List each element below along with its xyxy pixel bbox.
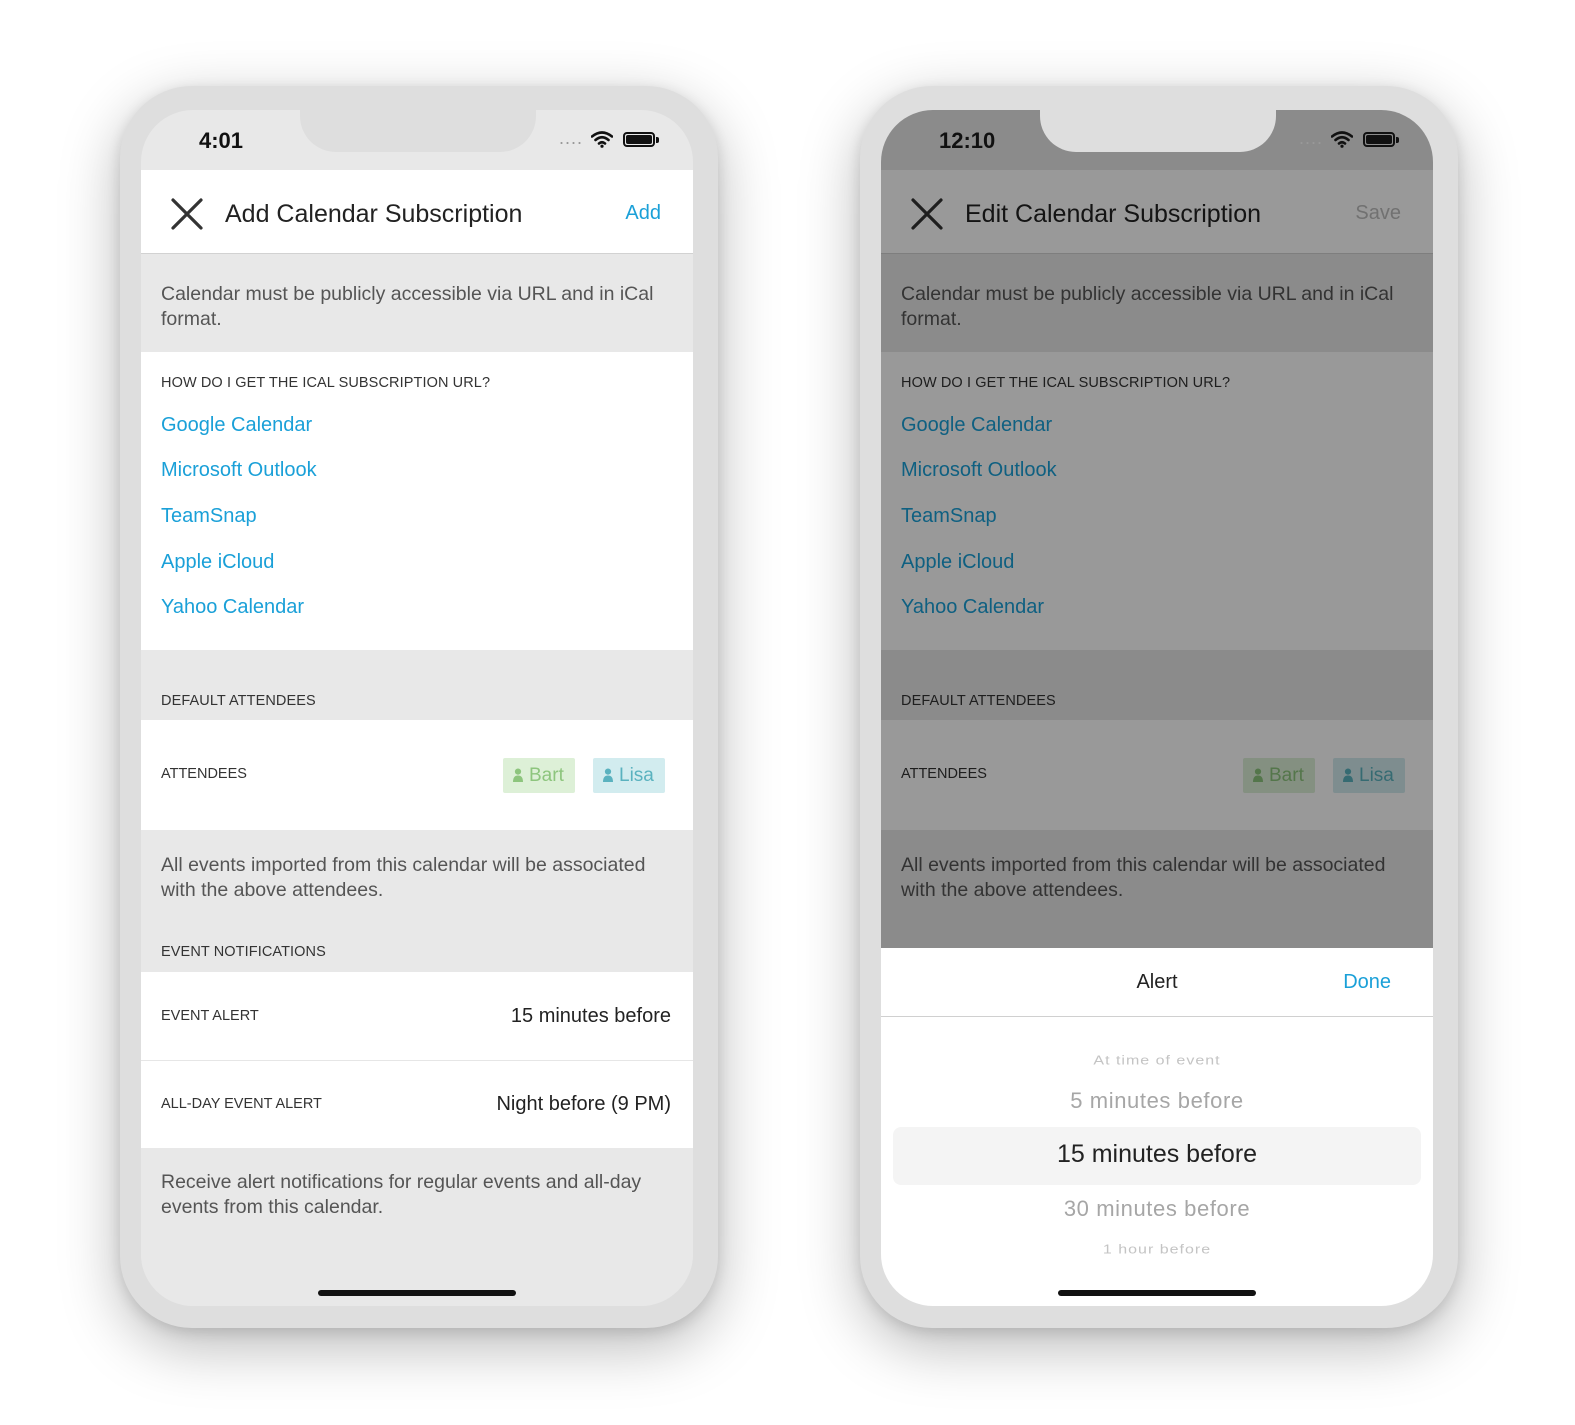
attendee-chip-lisa[interactable]: Lisa bbox=[593, 758, 665, 793]
how-to-heading: HOW DO I GET THE ICAL SUBSCRIPTION URL? bbox=[161, 375, 491, 391]
picker-option[interactable]: 1 hour before bbox=[881, 1243, 1433, 1258]
link-microsoft-outlook[interactable]: Microsoft Outlook bbox=[161, 459, 317, 482]
notch bbox=[300, 110, 536, 152]
picker-option[interactable]: At time of event bbox=[881, 1054, 1433, 1069]
wifi-icon bbox=[1331, 131, 1353, 148]
picker-option[interactable]: 5 minutes before bbox=[881, 1088, 1433, 1114]
event-alert-row[interactable]: EVENT ALERT 15 minutes before bbox=[141, 972, 693, 1060]
phone-screen: 4:01 .... Add Calendar Subscription Add … bbox=[141, 110, 693, 1306]
default-attendees-band: DEFAULT ATTENDEES bbox=[141, 650, 693, 720]
how-to-section: HOW DO I GET THE ICAL SUBSCRIPTION URL? … bbox=[141, 352, 693, 650]
battery-icon bbox=[623, 132, 655, 147]
attendees-label: ATTENDEES bbox=[161, 766, 247, 782]
battery-nub bbox=[656, 137, 659, 143]
event-alert-value: 15 minutes before bbox=[510, 1005, 671, 1027]
signal-dots: .... bbox=[559, 128, 584, 148]
alert-note-band: Receive alert notifications for regular … bbox=[141, 1148, 693, 1306]
link-google-calendar[interactable]: Google Calendar bbox=[161, 414, 312, 437]
attendees-row[interactable]: ATTENDEES Bart Lisa bbox=[141, 720, 693, 830]
battery-nub bbox=[1396, 137, 1399, 143]
person-icon bbox=[513, 768, 523, 782]
nav-header: Add Calendar Subscription Add bbox=[141, 170, 693, 254]
attendee-chip-bart[interactable]: Bart bbox=[503, 758, 575, 793]
modal-dim-overlay[interactable] bbox=[881, 110, 1433, 948]
event-notifications-heading: EVENT NOTIFICATIONS bbox=[161, 944, 326, 960]
attendee-name: Lisa bbox=[619, 765, 654, 786]
link-teamsnap[interactable]: TeamSnap bbox=[161, 505, 257, 528]
allday-alert-value: Night before (9 PM) bbox=[496, 1093, 671, 1115]
add-button[interactable]: Add bbox=[625, 202, 661, 225]
picker-toolbar: Alert Done bbox=[881, 948, 1433, 1017]
picker-option-selected[interactable]: 15 minutes before bbox=[881, 1140, 1433, 1169]
alert-note: Receive alert notifications for regular … bbox=[161, 1171, 642, 1218]
allday-alert-row[interactable]: ALL-DAY EVENT ALERT Night before (9 PM) bbox=[141, 1061, 693, 1148]
attendees-note: All events imported from this calendar w… bbox=[161, 854, 646, 901]
person-icon bbox=[603, 768, 613, 782]
wifi-icon bbox=[591, 131, 613, 148]
default-attendees-heading: DEFAULT ATTENDEES bbox=[161, 693, 316, 709]
attendees-note-band: All events imported from this calendar w… bbox=[141, 830, 693, 972]
done-button[interactable]: Done bbox=[1343, 971, 1391, 994]
page-title: Add Calendar Subscription bbox=[225, 200, 523, 228]
battery-icon bbox=[1363, 132, 1395, 147]
notch bbox=[1040, 110, 1276, 152]
event-alert-label: EVENT ALERT bbox=[161, 1008, 259, 1024]
attendee-name: Bart bbox=[529, 765, 564, 786]
picker-option[interactable]: 30 minutes before bbox=[881, 1196, 1433, 1222]
phone-add-subscription: 4:01 .... Add Calendar Subscription Add … bbox=[120, 86, 718, 1328]
phone-screen: 12:10 .... Edit Calendar Subscription Sa… bbox=[881, 110, 1433, 1306]
link-apple-icloud[interactable]: Apple iCloud bbox=[161, 551, 274, 574]
alert-picker-sheet: Alert Done At time of event 5 minutes be… bbox=[881, 948, 1433, 1306]
info-band: Calendar must be publicly accessible via… bbox=[141, 254, 693, 352]
link-yahoo-calendar[interactable]: Yahoo Calendar bbox=[161, 596, 304, 619]
signal-dots: .... bbox=[1299, 128, 1324, 148]
status-time: 12:10 bbox=[939, 128, 996, 153]
home-indicator bbox=[318, 1290, 516, 1296]
status-time: 4:01 bbox=[199, 128, 244, 153]
phone-edit-subscription: 12:10 .... Edit Calendar Subscription Sa… bbox=[860, 86, 1458, 1328]
home-indicator bbox=[1058, 1290, 1256, 1296]
allday-alert-label: ALL-DAY EVENT ALERT bbox=[161, 1096, 322, 1112]
info-text: Calendar must be publicly accessible via… bbox=[161, 283, 654, 330]
close-icon[interactable] bbox=[169, 196, 205, 232]
